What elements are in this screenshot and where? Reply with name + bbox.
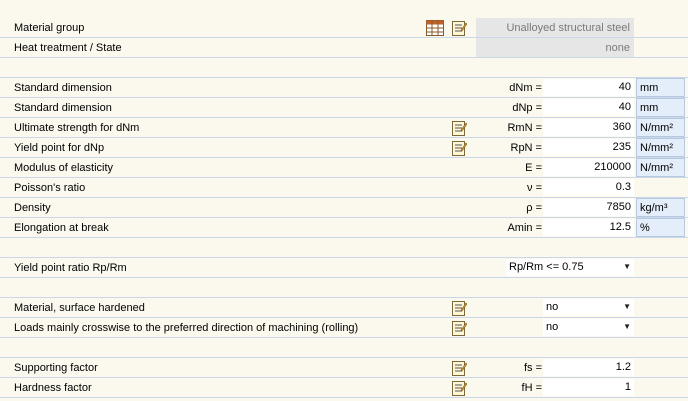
yield-ratio-value: Rp/Rm <= 0.75 [509,261,584,273]
param-symbol: dNm = [509,82,542,94]
row-standard-dimension-dnm: Standard dimension dNm = 40 mm [0,78,688,98]
edit-icon[interactable] [451,20,468,36]
heat-treatment-label: Heat treatment / State [14,42,122,54]
elongation-input[interactable]: 12.5 [543,219,634,236]
row-material-group: Material group Unalloyed structural stee… [0,18,688,38]
density-input[interactable]: 7850 [543,199,634,216]
param-label: Elongation at break [14,222,109,234]
surface-hardened-select[interactable]: no ▼ [543,299,634,316]
material-grid: Material group Unalloyed structural stee… [0,0,688,401]
rpn-input[interactable]: 235 [543,139,634,156]
yield-ratio-label: Yield point ratio Rp/Rm [14,262,127,274]
heat-treatment-value[interactable]: none [476,38,634,57]
edit-icon[interactable] [451,320,468,336]
row-ultimate-strength: Ultimate strength for dNm RmN = 360 N/mm… [0,118,688,138]
yield-ratio-select[interactable]: Rp/Rm <= 0.75 ▼ [506,259,634,276]
row-poissons-ratio: Poisson's ratio ν = 0.3 [0,178,688,198]
param-symbol: ν = [527,182,542,194]
row-surface-hardened: Material, surface hardened no ▼ [0,298,688,318]
dnm-input[interactable]: 40 [543,79,634,96]
param-symbol: fs = [523,362,542,374]
param-label: Modulus of elasticity [14,162,114,174]
edit-icon[interactable] [451,360,468,376]
row-density: Density ρ = 7850 kg/m³ [0,198,688,218]
crosswise-label: Loads mainly crosswise to the preferred … [14,322,359,334]
hardness-factor-input[interactable]: 1 [543,379,634,396]
row-yield-point: Yield point for dNp RpN = 235 N/mm² [0,138,688,158]
edit-icon[interactable] [451,380,468,396]
row-elongation: Elongation at break Amin = 12.5 % [0,218,688,238]
edit-icon[interactable] [451,300,468,316]
unit-select[interactable]: N/mm² [636,138,685,157]
unit-select[interactable]: N/mm² [636,158,685,177]
edit-icon[interactable] [451,120,468,136]
table-icon[interactable] [426,20,444,36]
crosswise-select[interactable]: no ▼ [543,319,634,336]
blank-row [0,238,688,258]
surface-hardened-label: Material, surface hardened [14,302,145,314]
unit-select[interactable]: % [636,218,685,237]
row-heat-treatment: Heat treatment / State none [0,38,688,58]
chevron-down-icon[interactable]: ▼ [623,322,631,331]
material-group-label: Material group [14,22,85,34]
row-hardness-factor: Hardness factor fH = 1 [0,378,688,398]
param-label: Standard dimension [14,82,112,94]
supporting-factor-input[interactable]: 1.2 [543,359,634,376]
param-label: Ultimate strength for dNm [14,122,140,134]
row-crosswise-loads: Loads mainly crosswise to the preferred … [0,318,688,338]
blank-row [0,338,688,358]
param-label: Density [14,202,51,214]
param-symbol: fH = [521,382,542,394]
unit-select[interactable]: N/mm² [636,118,685,137]
material-group-value[interactable]: Unalloyed structural steel [476,18,634,37]
crosswise-value: no [546,321,559,333]
chevron-down-icon[interactable]: ▼ [623,262,631,271]
param-symbol: ρ = [526,202,542,214]
param-label: Standard dimension [14,102,112,114]
rmn-input[interactable]: 360 [543,119,634,136]
row-modulus-elasticity: Modulus of elasticity E = 210000 N/mm² [0,158,688,178]
blank-row [0,278,688,298]
supporting-factor-label: Supporting factor [14,362,98,374]
unit-select[interactable]: mm [636,78,685,97]
hardness-factor-label: Hardness factor [14,382,92,394]
param-symbol: RpN = [510,142,543,154]
edit-icon[interactable] [451,140,468,156]
modulus-input[interactable]: 210000 [543,159,634,176]
chevron-down-icon[interactable]: ▼ [623,302,631,311]
row-yield-ratio: Yield point ratio Rp/Rm Rp/Rm <= 0.75 ▼ [0,258,688,278]
param-label: Yield point for dNp [14,142,105,154]
param-symbol: RmN = [507,122,542,134]
surface-hardened-value: no [546,301,559,313]
unit-select[interactable]: mm [636,98,685,117]
dnp-input[interactable]: 40 [543,99,634,116]
row-standard-dimension-dnp: Standard dimension dNp = 40 mm [0,98,688,118]
param-symbol: E = [525,162,542,174]
param-symbol: dNp = [512,102,542,114]
param-label: Poisson's ratio [14,182,86,194]
param-symbol: Amin = [507,222,542,234]
unit-select[interactable]: kg/m³ [636,198,685,217]
poisson-input[interactable]: 0.3 [543,179,634,196]
blank-row [0,58,688,78]
blank-row [0,0,688,19]
row-supporting-factor: Supporting factor fs = 1.2 [0,358,688,378]
